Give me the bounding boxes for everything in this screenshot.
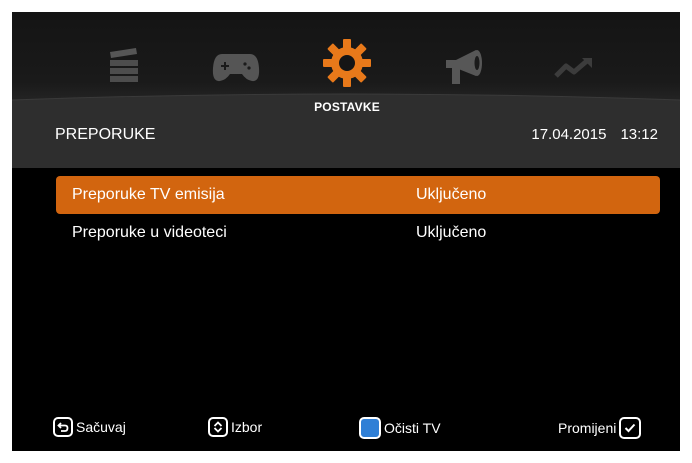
save-button[interactable]: Sačuvaj	[53, 417, 126, 437]
select-button[interactable]: Izbor	[208, 417, 262, 437]
blue-key-icon	[359, 417, 381, 439]
menu-arc-shape	[12, 93, 680, 168]
tv-screen: POSTAVKE PREPORUKE 17.04.2015 13:12 Prep…	[12, 12, 680, 451]
gear-icon[interactable]	[322, 38, 372, 88]
ok-key-icon	[619, 417, 642, 439]
active-menu-label: POSTAVKE	[314, 100, 380, 114]
settings-list: Preporuke TV emisija Uključeno Preporuke…	[56, 176, 660, 252]
setting-value: Uključeno	[416, 186, 487, 203]
save-label: Sačuvaj	[76, 419, 126, 435]
select-label: Izbor	[231, 419, 263, 435]
time-text: 13:12	[620, 126, 658, 143]
date-time: 17.04.2015 13:12	[531, 126, 658, 143]
change-button[interactable]: Promijeni	[558, 417, 642, 439]
up-down-key-icon	[208, 417, 228, 437]
clear-tv-button[interactable]: Očisti TV	[359, 417, 441, 439]
top-menu-bar: POSTAVKE PREPORUKE 17.04.2015 13:12	[12, 12, 680, 168]
date-text: 17.04.2015	[531, 126, 607, 143]
setting-label: Preporuke u videoteci	[72, 224, 227, 241]
gamepad-icon[interactable]	[212, 50, 260, 84]
change-label: Promijeni	[558, 420, 617, 436]
setting-row-video-recommendations[interactable]: Preporuke u videoteci Uključeno	[56, 214, 660, 252]
trending-up-icon[interactable]	[554, 56, 594, 82]
setting-row-tv-recommendations[interactable]: Preporuke TV emisija Uključeno	[56, 176, 660, 214]
setting-label: Preporuke TV emisija	[72, 186, 225, 203]
clear-tv-label: Očisti TV	[384, 420, 441, 436]
setting-value: Uključeno	[416, 224, 487, 241]
clapperboard-icon[interactable]	[104, 46, 144, 86]
footer-hint-bar: Sačuvaj Izbor Očisti TV Promijeni	[12, 406, 680, 451]
megaphone-icon[interactable]	[442, 46, 488, 88]
page-title: PREPORUKE	[55, 126, 156, 143]
back-key-icon	[53, 417, 73, 437]
